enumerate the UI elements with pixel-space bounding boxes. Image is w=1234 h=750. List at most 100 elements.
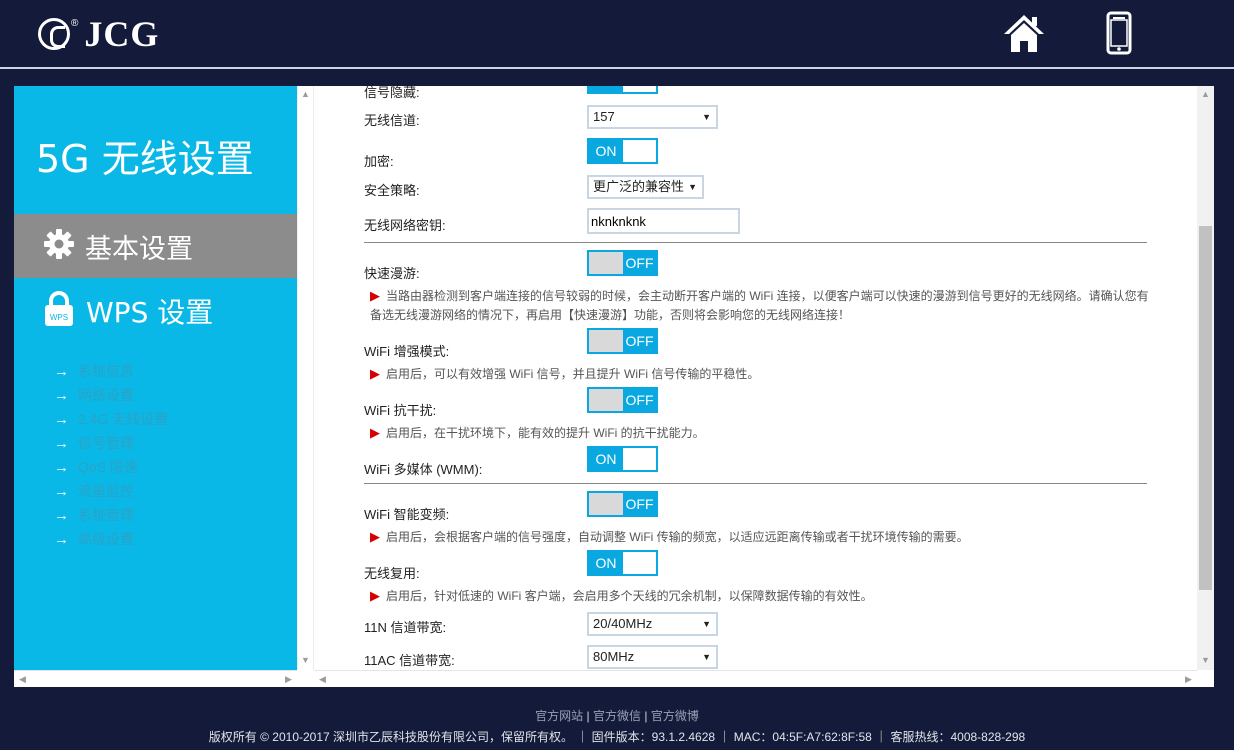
scroll-up-icon[interactable]: ▲ xyxy=(301,86,310,103)
sidebar-vertical-scrollbar[interactable]: ▲ ▼ xyxy=(297,86,314,670)
official-website-link[interactable]: 官方网站 xyxy=(535,709,583,723)
logo-text: JCG xyxy=(84,14,160,54)
lock-icon-text: WPS xyxy=(50,313,68,322)
sidebar-link-advanced[interactable]: → 高级设置 xyxy=(54,527,168,551)
main-frame: 5G 无线设置 基本设置 WPS WPS 设置 → 系统信息 → 网络设置 → … xyxy=(14,86,1214,687)
warning-triangle-icon: ▶ xyxy=(370,425,380,440)
sidebar-link-label: 系统信息 xyxy=(78,363,134,379)
sidebar-link-system-info[interactable]: → 系统信息 xyxy=(54,359,168,383)
wifi-boost-note: ▶ 启用后，可以有效增强 WiFi 信号，并且提升 WiFi 信号传输的平稳性。 xyxy=(370,364,1150,384)
content-horizontal-scrollbar[interactable]: ◀ ▶ xyxy=(314,670,1197,687)
scroll-up-icon[interactable]: ▲ xyxy=(1201,86,1210,103)
warning-triangle-icon: ▶ xyxy=(370,529,380,544)
fast-roaming-label: 快速漫游: xyxy=(364,266,420,281)
note-text: 启用后，可以有效增强 WiFi 信号，并且提升 WiFi 信号传输的平稳性。 xyxy=(386,367,760,381)
sidebar-link-label: QoS 限速 xyxy=(78,459,138,475)
toggle-state xyxy=(589,86,623,92)
sidebar-link-24g-wireless[interactable]: → 2.4G 无线设置 xyxy=(54,407,168,431)
smart-frequency-note: ▶ 启用后，会根据客户端的信号强度，自动调整 WiFi 传输的频宽，以适应远距离传… xyxy=(370,527,1150,547)
sidebar-link-label: 流量监控 xyxy=(78,483,134,499)
arrow-right-icon: → xyxy=(54,410,69,428)
logo-registered-mark: ® xyxy=(71,17,79,29)
toggle-state: OFF xyxy=(623,389,656,411)
sidebar-item-label: 基本设置 xyxy=(85,233,193,265)
separator: | xyxy=(644,709,648,723)
channel-select[interactable]: 157 ▼ xyxy=(587,105,718,129)
jcg-logo[interactable]: ® JCG xyxy=(38,14,159,54)
toggle-knob xyxy=(589,252,623,274)
wifi-boost-toggle[interactable]: OFF xyxy=(587,328,658,354)
sidebar-title: 5G 无线设置 xyxy=(36,137,254,181)
toggle-state: ON xyxy=(589,448,623,470)
sidebar-link-qos[interactable]: → QoS 限速 xyxy=(54,455,168,479)
scroll-left-icon[interactable]: ◀ xyxy=(319,671,326,688)
sidebar-link-signal[interactable]: → 信号管理 xyxy=(54,431,168,455)
scroll-right-icon[interactable]: ▶ xyxy=(285,671,292,688)
channel-label: 无线信道: xyxy=(364,113,420,128)
scrollbar-thumb[interactable] xyxy=(1199,226,1212,590)
wmm-toggle[interactable]: ON xyxy=(587,446,658,472)
wifi-anti-interference-toggle[interactable]: OFF xyxy=(587,387,658,413)
logo-mark-icon xyxy=(38,18,70,50)
warning-triangle-icon: ▶ xyxy=(370,366,380,381)
scroll-left-icon[interactable]: ◀ xyxy=(19,671,26,688)
content-vertical-scrollbar[interactable]: ▲ ▼ xyxy=(1197,86,1214,670)
toggle-state: ON xyxy=(589,552,623,574)
footer-copyright: 版权所有 © 2010-2017 深圳市乙辰科技股份有限公司，保留所有权。 ｜ … xyxy=(208,730,1026,744)
fast-roaming-toggle[interactable]: OFF xyxy=(587,250,658,276)
separator: | xyxy=(586,709,590,723)
gear-icon xyxy=(42,227,76,266)
sidebar-item-wps-settings[interactable]: WPS WPS 设置 xyxy=(14,286,297,336)
toggle-knob xyxy=(589,389,623,411)
sidebar-link-network[interactable]: → 网络设置 xyxy=(54,383,168,407)
dropdown-caret-icon: ▼ xyxy=(702,112,711,122)
bandwidth-11n-select[interactable]: 20/40MHz ▼ xyxy=(587,612,718,636)
note-text: 当路由器检测到客户端连接的信号较弱的时候，会主动断开客户端的 WiFi 连接，以… xyxy=(370,289,1149,322)
divider xyxy=(364,242,1147,243)
wifi-anti-interference-note: ▶ 启用后，在干扰环境下，能有效的提升 WiFi 的抗干扰能力。 xyxy=(370,423,1150,443)
note-text: 启用后，在干扰环境下，能有效的提升 WiFi 的抗干扰能力。 xyxy=(386,426,705,440)
security-policy-select[interactable]: 更广泛的兼容性 ▼ xyxy=(587,175,704,199)
scroll-right-icon[interactable]: ▶ xyxy=(1185,671,1192,688)
arrow-right-icon: → xyxy=(54,362,69,380)
fast-roaming-note: ▶ 当路由器检测到客户端连接的信号较弱的时候，会主动断开客户端的 WiFi 连接，… xyxy=(370,286,1150,325)
note-text: 启用后，会根据客户端的信号强度，自动调整 WiFi 传输的频宽，以适应远距离传输… xyxy=(386,530,969,544)
wifi-boost-label: WiFi 增强模式: xyxy=(364,344,450,359)
sidebar-link-system-admin[interactable]: → 系统管理 xyxy=(54,503,168,527)
encryption-toggle[interactable]: ON xyxy=(587,138,658,164)
mobile-phone-icon[interactable] xyxy=(1104,10,1134,56)
arrow-right-icon: → xyxy=(54,506,69,524)
scroll-down-icon[interactable]: ▼ xyxy=(301,652,310,669)
dropdown-caret-icon: ▼ xyxy=(702,652,711,662)
toggle-state: OFF xyxy=(623,252,656,274)
home-icon[interactable] xyxy=(1001,10,1047,56)
select-value: 157 xyxy=(593,109,615,124)
arrow-right-icon: → xyxy=(54,482,69,500)
warning-triangle-icon: ▶ xyxy=(370,288,380,303)
toggle-knob xyxy=(589,330,623,352)
select-value: 80MHz xyxy=(593,649,635,664)
note-text: 启用后，针对低速的 WiFi 客户端，会启用多个天线的冗余机制，以保障数据传输的… xyxy=(386,589,873,603)
toggle-state: OFF xyxy=(623,493,656,515)
official-wechat-link[interactable]: 官方微信 xyxy=(593,709,641,723)
wifi-key-input[interactable] xyxy=(587,208,740,234)
scroll-down-icon[interactable]: ▼ xyxy=(1201,652,1210,669)
toggle-state: ON xyxy=(589,140,623,162)
sidebar-nav-links: → 系统信息 → 网络设置 → 2.4G 无线设置 → 信号管理 → QoS 限… xyxy=(54,359,168,551)
sidebar-horizontal-scrollbar[interactable]: ◀ ▶ xyxy=(14,670,297,687)
sidebar-item-basic-settings[interactable]: 基本设置 xyxy=(14,214,297,278)
wireless-reuse-label: 无线复用: xyxy=(364,566,420,581)
hide-ssid-toggle[interactable] xyxy=(587,86,658,94)
toggle-state: OFF xyxy=(623,330,656,352)
wireless-reuse-toggle[interactable]: ON xyxy=(587,550,658,576)
sidebar-link-label: 信号管理 xyxy=(78,435,134,451)
sidebar-link-traffic[interactable]: → 流量监控 xyxy=(54,479,168,503)
wireless-reuse-note: ▶ 启用后，针对低速的 WiFi 客户端，会启用多个天线的冗余机制，以保障数据传输… xyxy=(370,586,1150,606)
smart-frequency-toggle[interactable]: OFF xyxy=(587,491,658,517)
header-divider xyxy=(0,67,1234,69)
official-weibo-link[interactable]: 官方微博 xyxy=(651,709,699,723)
bandwidth-11ac-label: 11AC 信道带宽: xyxy=(364,653,455,668)
select-value: 更广泛的兼容性 xyxy=(593,179,685,194)
hide-ssid-label: 信号隐藏: xyxy=(364,86,420,100)
bandwidth-11ac-select[interactable]: 80MHz ▼ xyxy=(587,645,718,669)
